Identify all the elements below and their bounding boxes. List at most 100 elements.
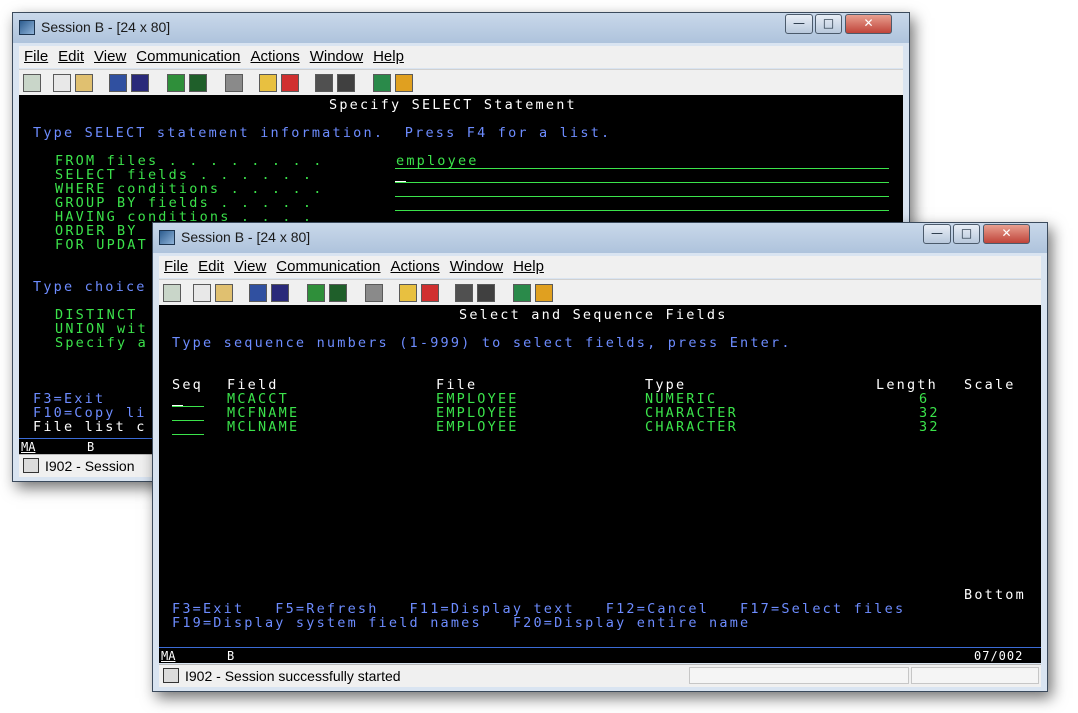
col-header-file: File: [436, 377, 478, 393]
front-menu-help[interactable]: Help: [508, 256, 549, 275]
front-maximize-button[interactable]: □: [953, 224, 980, 244]
macro-stop-icon[interactable]: [421, 284, 439, 302]
macro-step-icon[interactable]: [337, 74, 355, 92]
back-menu-window[interactable]: Window: [305, 46, 368, 65]
front-window-title: Session B - [24 x 80]: [181, 229, 311, 245]
table-row-file: EMPLOYEE: [436, 391, 519, 407]
copy-icon[interactable]: [53, 74, 71, 92]
where-conditions-underline[interactable]: [395, 196, 889, 197]
front-fkeys-line-2[interactable]: F19=Display system field names F20=Displ…: [172, 616, 750, 630]
front-screen-heading: Select and Sequence Fields: [459, 307, 728, 323]
back-status-session-icon: [23, 458, 39, 473]
union-option: UNION wit: [55, 321, 148, 337]
back-minimize-button[interactable]: —: [785, 14, 813, 34]
keyboard-icon[interactable]: [225, 74, 243, 92]
front-menu-view[interactable]: View: [229, 256, 271, 275]
group-by-label: GROUP BY fields . . . . .: [55, 195, 324, 211]
print-screen-icon[interactable]: [163, 284, 181, 302]
back-menu-view[interactable]: View: [89, 46, 131, 65]
group-by-underline[interactable]: [395, 210, 889, 211]
front-status-bar: I902 - Session successfully started: [159, 664, 1041, 687]
back-title-bar[interactable]: Session B - [24 x 80] — □ ✕: [13, 13, 909, 43]
col-header-length: Length: [876, 377, 938, 393]
back-menu-edit[interactable]: Edit: [53, 46, 89, 65]
for-update-label: FOR UPDAT: [55, 237, 148, 253]
paste-icon[interactable]: [75, 74, 93, 92]
table-row-field: MCLNAME: [227, 419, 300, 435]
back-menu-actions[interactable]: Actions: [246, 46, 305, 65]
front-title-bar[interactable]: Session B - [24 x 80] — □ ✕: [153, 223, 1047, 253]
back-toolbar: [19, 69, 903, 96]
back-close-button[interactable]: ✕: [845, 14, 892, 34]
web-icon[interactable]: [513, 284, 531, 302]
session-app-icon: [19, 20, 35, 35]
back-menu-communication[interactable]: Communication: [131, 46, 245, 65]
front-menu-communication[interactable]: Communication: [271, 256, 385, 275]
back-menu-file[interactable]: File: [19, 46, 53, 65]
back-fkey-copy[interactable]: F10=Copy li: [33, 406, 147, 420]
front-screen-instruction: Type sequence numbers (1-999) to select …: [172, 335, 792, 351]
macro-stop-icon[interactable]: [281, 74, 299, 92]
web-icon[interactable]: [373, 74, 391, 92]
macro-play-icon[interactable]: [315, 74, 333, 92]
receive-file-icon[interactable]: [271, 284, 289, 302]
macro-step-icon[interactable]: [477, 284, 495, 302]
back-fkey-exit[interactable]: F3=Exit: [33, 392, 105, 406]
where-conditions-label: WHERE conditions . . . . .: [55, 181, 324, 197]
macro-play-icon[interactable]: [455, 284, 473, 302]
table-row-type: CHARACTER: [645, 419, 738, 435]
front-menu-file[interactable]: File: [159, 256, 193, 275]
front-toolbar: [159, 279, 1041, 306]
copy-icon[interactable]: [193, 284, 211, 302]
paste-icon[interactable]: [215, 284, 233, 302]
front-terminal-screen[interactable]: Select and Sequence Fields Type sequence…: [159, 305, 1041, 647]
back-file-list-message: File list c: [33, 419, 147, 435]
back-oia-session: B: [87, 440, 97, 454]
col-header-scale: Scale: [964, 377, 1016, 393]
seq-input[interactable]: [172, 420, 204, 421]
seq-input[interactable]: [172, 406, 204, 407]
print-screen-icon[interactable]: [23, 74, 41, 92]
send-file-icon[interactable]: [109, 74, 127, 92]
col-header-type: Type: [645, 377, 687, 393]
display-icon[interactable]: [307, 284, 325, 302]
send-file-icon[interactable]: [249, 284, 267, 302]
col-header-field: Field: [227, 377, 279, 393]
front-operator-info-area: MA B 07/002: [159, 647, 1041, 663]
back-screen-instruction: Type SELECT statement information. Press…: [33, 125, 612, 141]
table-row-field: MCFNAME: [227, 405, 300, 421]
session-app-icon: [159, 230, 175, 245]
front-oia-session: B: [227, 649, 237, 663]
macro-record-icon[interactable]: [259, 74, 277, 92]
back-menu-bar: File Edit View Communication Actions Window He…: [19, 46, 903, 68]
front-menu-window[interactable]: Window: [445, 256, 508, 275]
seq-input[interactable]: [172, 434, 204, 435]
front-session-window[interactable]: Session B - [24 x 80] — □ ✕ File Edit View…: [152, 222, 1048, 692]
front-status-session-icon: [163, 668, 179, 683]
order-by-label: ORDER BY: [55, 223, 138, 239]
table-row-length: 32: [919, 419, 940, 435]
macro-record-icon[interactable]: [399, 284, 417, 302]
table-row-type: CHARACTER: [645, 405, 738, 421]
receive-file-icon[interactable]: [131, 74, 149, 92]
front-menu-actions[interactable]: Actions: [386, 256, 445, 275]
front-close-button[interactable]: ✕: [983, 224, 1030, 244]
keypad-icon[interactable]: [189, 74, 207, 92]
from-files-input[interactable]: employee: [396, 154, 479, 168]
front-minimize-button[interactable]: —: [923, 224, 951, 244]
edit-tool-icon[interactable]: [395, 74, 413, 92]
front-status-message: I902 - Session successfully started: [185, 668, 401, 684]
display-icon[interactable]: [167, 74, 185, 92]
select-fields-underline[interactable]: [395, 182, 889, 183]
back-menu-help[interactable]: Help: [368, 46, 409, 65]
table-row-file: EMPLOYEE: [436, 405, 519, 421]
back-maximize-button[interactable]: □: [815, 14, 842, 34]
front-fkeys-line-1[interactable]: F3=Exit F5=Refresh F11=Display text F12=…: [172, 602, 905, 616]
edit-tool-icon[interactable]: [535, 284, 553, 302]
front-menu-edit[interactable]: Edit: [193, 256, 229, 275]
col-header-seq: Seq: [172, 377, 203, 393]
keyboard-icon[interactable]: [365, 284, 383, 302]
type-choice-label: Type choice: [33, 279, 147, 295]
keypad-icon[interactable]: [329, 284, 347, 302]
table-row-length: 32: [919, 405, 940, 421]
